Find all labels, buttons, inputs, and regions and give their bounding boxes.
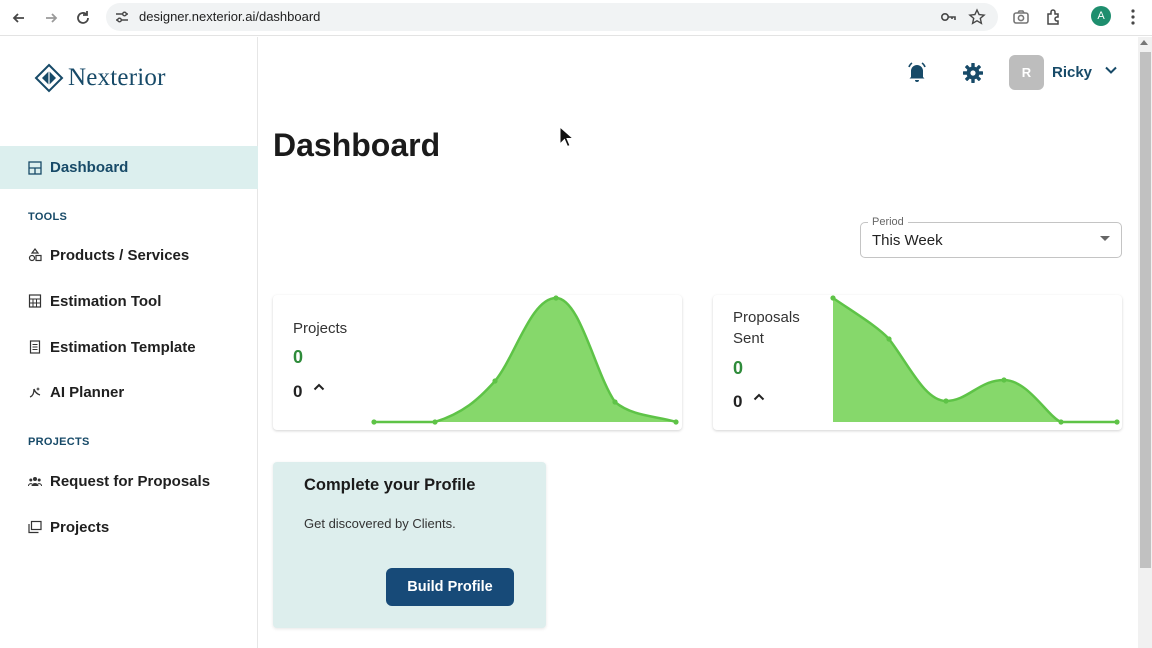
- gear-icon[interactable]: [962, 62, 984, 84]
- back-arrow-icon[interactable]: [7, 6, 31, 30]
- dashboard-icon: [28, 160, 42, 175]
- camera-icon[interactable]: [1011, 7, 1031, 27]
- shapes-icon: [28, 248, 42, 262]
- sidebar-item-ai-planner[interactable]: AI Planner: [28, 380, 124, 404]
- period-value: This Week: [872, 232, 943, 249]
- address-bar[interactable]: designer.nexterior.ai/dashboard: [106, 3, 998, 31]
- proposals-stat-card: Proposals Sent 0 0: [713, 295, 1122, 430]
- reload-icon[interactable]: [71, 6, 95, 30]
- build-profile-button[interactable]: Build Profile: [386, 568, 514, 606]
- section-title-tools: TOOLS: [28, 211, 68, 223]
- bookmark-star-icon[interactable]: [968, 8, 986, 26]
- profile-card-title: Complete your Profile: [304, 476, 476, 494]
- sidebar-item-request-for-proposals[interactable]: Request for Proposals: [28, 469, 210, 493]
- people-icon: [28, 477, 42, 487]
- projects-stat-card: Projects 0 0: [273, 295, 682, 430]
- section-title-projects: PROJECTS: [28, 436, 90, 448]
- sidebar-item-label: Estimation Tool: [50, 292, 162, 310]
- complete-profile-card: Complete your Profile Get discovered by …: [273, 462, 546, 628]
- chevron-down-icon[interactable]: [1104, 63, 1118, 77]
- projects-sparkline: [371, 295, 679, 425]
- user-name[interactable]: Ricky: [1052, 64, 1092, 81]
- forward-arrow-icon[interactable]: [39, 6, 63, 30]
- nexterior-logo-icon: [34, 63, 64, 93]
- notification-bell-icon[interactable]: [906, 61, 928, 83]
- calculator-icon: [28, 294, 42, 308]
- folders-icon: [28, 520, 42, 534]
- logo[interactable]: Nexterior: [34, 63, 166, 93]
- password-key-icon[interactable]: [939, 8, 957, 26]
- url-text: designer.nexterior.ai/dashboard: [139, 9, 321, 24]
- mouse-cursor-icon: [559, 126, 573, 148]
- sidebar-item-label: Request for Proposals: [50, 472, 211, 490]
- browser-toolbar: designer.nexterior.ai/dashboard A: [0, 0, 1152, 36]
- sidebar-item-label: Dashboard: [50, 159, 129, 176]
- scrollbar-thumb[interactable]: [1140, 52, 1151, 568]
- sidebar: Nexterior Dashboard TOOLS Products / Ser…: [0, 37, 258, 648]
- scroll-up-arrow-icon[interactable]: [1140, 40, 1148, 45]
- sidebar-item-dashboard[interactable]: Dashboard: [0, 146, 258, 189]
- site-settings-icon[interactable]: [114, 9, 130, 25]
- document-icon: [29, 340, 41, 354]
- page-title: Dashboard: [273, 127, 441, 163]
- caret-down-icon[interactable]: [1100, 236, 1110, 241]
- extensions-icon[interactable]: [1044, 7, 1064, 27]
- sidebar-item-label: Products / Services: [50, 246, 190, 264]
- sidebar-item-label: Estimation Template: [50, 338, 196, 356]
- sidebar-item-label: AI Planner: [50, 383, 125, 401]
- sidebar-item-label: Projects: [50, 518, 110, 536]
- avatar[interactable]: R: [1009, 55, 1044, 90]
- logo-text: Nexterior: [68, 64, 166, 91]
- sidebar-item-estimation-tool[interactable]: Estimation Tool: [28, 289, 161, 313]
- sidebar-item-estimation-template[interactable]: Estimation Template: [28, 335, 196, 359]
- period-label: Period: [868, 216, 908, 228]
- sidebar-item-projects[interactable]: Projects: [28, 515, 109, 539]
- proposals-sparkline: [830, 295, 1120, 425]
- menu-dots-icon[interactable]: [1123, 7, 1143, 27]
- sparkle-icon: [29, 387, 41, 398]
- browser-profile-avatar[interactable]: A: [1091, 6, 1111, 26]
- profile-card-text: Get discovered by Clients.: [304, 516, 456, 531]
- sidebar-item-products-services[interactable]: Products / Services: [28, 243, 189, 267]
